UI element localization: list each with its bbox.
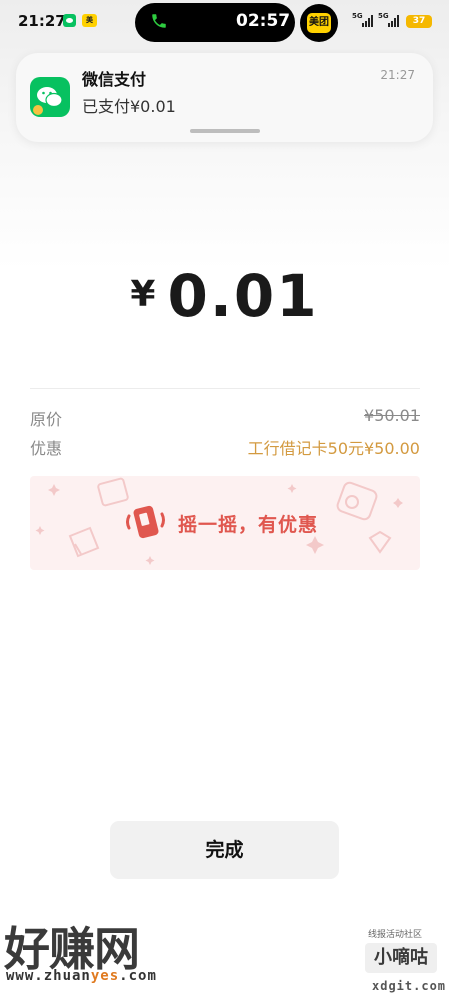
watermark-community-label: 线报活动社区 xyxy=(368,930,423,940)
watermark-url: xdgit.com xyxy=(372,979,447,993)
done-button[interactable]: 完成 xyxy=(110,821,339,879)
battery-level: 37 xyxy=(412,16,426,26)
status-bar: 21:27 美 02:57 美团 5G 5G 37 xyxy=(0,0,449,44)
payment-amount: ¥0.01 xyxy=(0,262,449,332)
original-price-label: 原价 xyxy=(30,410,63,429)
shake-phone-icon xyxy=(126,505,165,539)
status-time: 21:27 xyxy=(18,12,66,30)
meituan-island-icon[interactable]: 美团 xyxy=(300,4,338,42)
discount-value: 工行借记卡50元¥50.00 xyxy=(247,439,420,458)
notification-message: 已支付¥0.01 xyxy=(82,97,176,116)
wechat-icon xyxy=(63,14,76,27)
notification-time: 21:27 xyxy=(380,68,415,82)
watermark-site-url: www.zhuanyes.com xyxy=(6,968,157,984)
discount-label: 优惠 xyxy=(30,439,63,458)
meituan-label: 美团 xyxy=(307,13,331,33)
battery-icon: 37 xyxy=(406,15,432,28)
meituan-small-icon: 美 xyxy=(82,14,97,27)
amount-value: 0.01 xyxy=(167,262,319,330)
phone-call-icon xyxy=(152,14,166,28)
signal-bars-icon xyxy=(388,15,402,27)
divider xyxy=(30,388,420,389)
watermark-logo: 小嘀咕 xyxy=(365,943,437,973)
original-price-value: ¥50.01 xyxy=(364,406,420,425)
signal-bars-icon xyxy=(362,15,376,27)
banner-text: 摇一摇，有优惠 xyxy=(178,514,319,536)
shake-promo-banner[interactable]: 摇一摇，有优惠 xyxy=(30,476,420,570)
wechat-pay-icon xyxy=(30,77,70,117)
notification-app-name: 微信支付 xyxy=(82,70,147,89)
call-timer: 02:57 xyxy=(236,11,291,31)
payment-notification[interactable]: 微信支付 已支付¥0.01 21:27 xyxy=(16,53,433,142)
notification-drag-handle[interactable] xyxy=(190,129,260,133)
currency-symbol: ¥ xyxy=(130,274,156,315)
